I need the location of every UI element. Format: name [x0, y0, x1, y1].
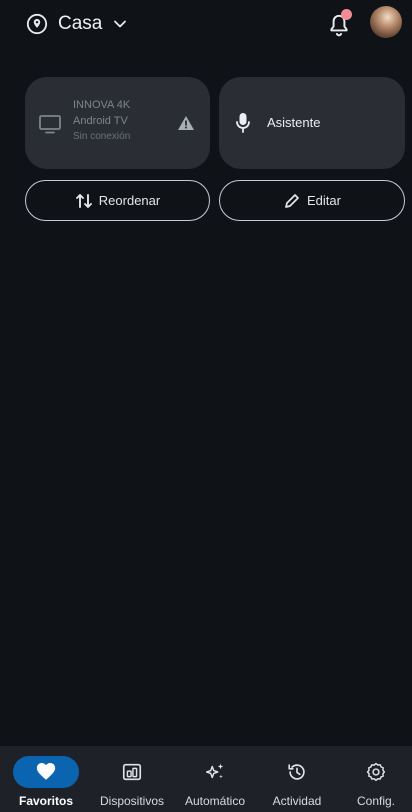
edit-button[interactable]: Editar — [219, 180, 405, 221]
nav-item-automations[interactable]: Automático — [175, 746, 255, 812]
nav-item-favorites[interactable]: Favoritos — [6, 746, 86, 812]
notification-dot — [341, 9, 352, 20]
history-icon — [288, 764, 305, 780]
tv-card-line1: INNOVA 4K — [73, 99, 131, 111]
nav-item-devices[interactable]: Dispositivos — [92, 746, 172, 812]
bottom-navigation: Favoritos Dispositivos Automático Activi… — [0, 746, 412, 812]
reorder-label: Reordenar — [98, 193, 161, 208]
nav-label-automations: Automático — [184, 794, 246, 808]
nav-item-settings[interactable]: Config. — [340, 746, 412, 812]
nav-label-devices: Dispositivos — [99, 794, 165, 808]
chevron-down-icon — [114, 20, 127, 28]
pencil-icon — [285, 193, 299, 208]
tv-icon — [39, 115, 61, 134]
assistant-label: Asistente — [267, 115, 321, 130]
devices-icon — [122, 763, 142, 781]
home-pin-icon — [26, 13, 48, 35]
nav-label-settings: Config. — [356, 794, 396, 808]
assistant-card[interactable]: Asistente — [219, 77, 405, 169]
edit-label: Editar — [307, 193, 341, 208]
tv-card-line2: Android TV — [73, 115, 128, 127]
reorder-button[interactable]: Reordenar — [25, 180, 210, 221]
tv-card-status: Sin conexión — [73, 131, 131, 142]
sparkle-icon — [206, 763, 224, 779]
nav-label-favorites: Favoritos — [18, 794, 73, 808]
avatar[interactable] — [370, 6, 402, 38]
heart-icon — [36, 763, 56, 780]
gear-icon — [366, 762, 386, 781]
tv-card-text: INNOVA 4K Android TV Sin conexión — [73, 97, 130, 145]
app-screen: Casa INNOVA 4K Android TV Sin conexión A… — [0, 0, 412, 812]
device-card-tv[interactable]: INNOVA 4K Android TV Sin conexión — [25, 77, 210, 169]
warning-icon — [178, 116, 194, 130]
microphone-icon — [236, 113, 250, 133]
nav-label-activity: Actividad — [272, 794, 322, 808]
active-indicator — [13, 756, 79, 788]
top-bar: Casa — [0, 0, 412, 52]
home-name: Casa — [58, 13, 103, 34]
nav-item-activity[interactable]: Actividad — [257, 746, 337, 812]
home-selector[interactable]: Casa — [26, 8, 128, 40]
reorder-icon — [75, 193, 92, 208]
